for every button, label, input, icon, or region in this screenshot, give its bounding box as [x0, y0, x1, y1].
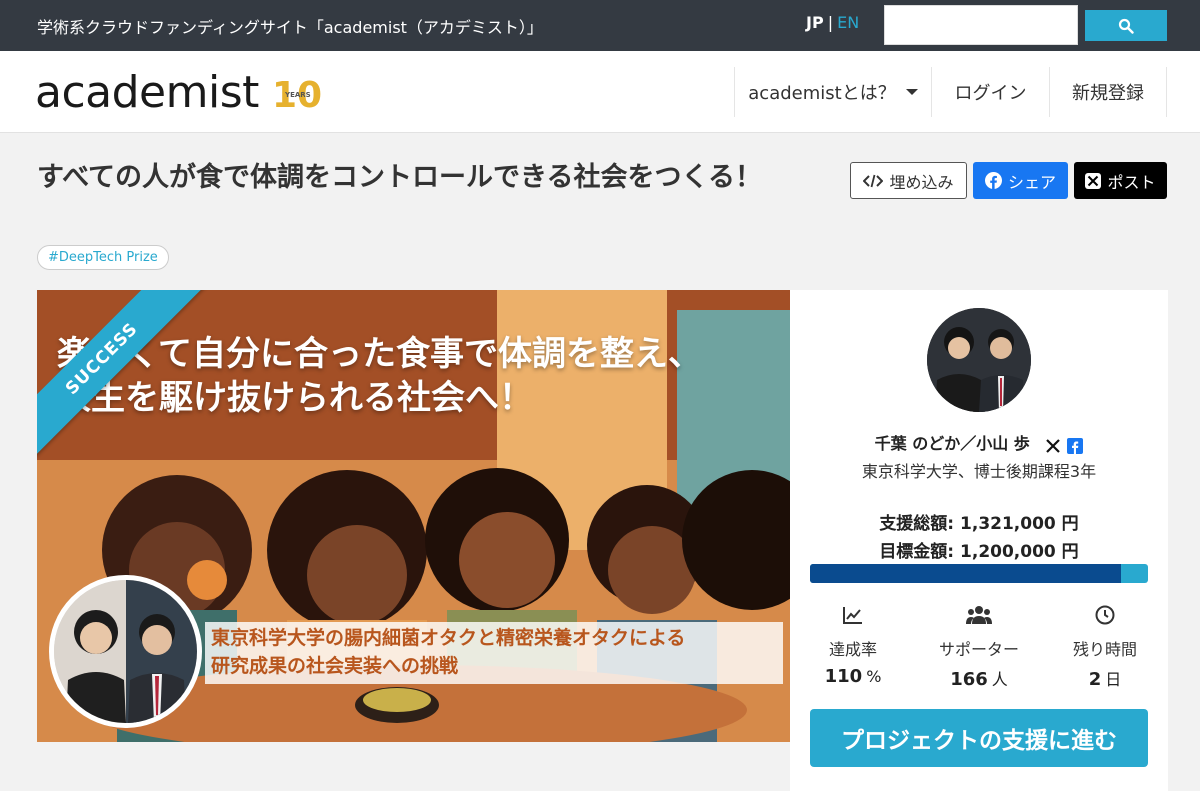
- lang-separator: |: [827, 13, 834, 32]
- researcher-avatar[interactable]: [927, 308, 1031, 412]
- stat-supporters-label: サポーター: [938, 640, 1019, 659]
- nav-about[interactable]: academistとは？: [734, 67, 931, 117]
- share-label: シェア: [1007, 172, 1056, 192]
- hero-headline-2: 人生を駆け抜けられる社会へ！: [57, 378, 533, 418]
- embed-button[interactable]: 埋め込み: [850, 162, 967, 199]
- researcher-social-links: [1045, 435, 1084, 454]
- stat-time-left-value: 2: [1088, 669, 1102, 690]
- nav-login[interactable]: ログイン: [931, 67, 1049, 117]
- hero-caption-line-1: 東京科学大学の腸内細菌オタクと精密栄養オタクによる: [211, 627, 686, 649]
- researcher-affiliation: 東京科学大学、博士後期課程3年: [861, 462, 1097, 481]
- project-summary-card: 千葉 のどか／小山 歩 東京科学大学、博士後期課程3年 支援総額: 1,321,…: [790, 290, 1168, 791]
- project-tag[interactable]: #DeepTech Prize: [37, 245, 169, 270]
- x-icon[interactable]: [1045, 438, 1061, 454]
- logo[interactable]: academist: [35, 67, 259, 118]
- users-icon: [966, 606, 992, 624]
- stat-supporters: サポーター 166 人: [916, 602, 1042, 690]
- lang-en-link[interactable]: EN: [837, 13, 859, 32]
- researcher-names: 千葉 のどか／小山 歩: [790, 430, 1168, 454]
- stat-time-left-unit: 日: [1105, 670, 1122, 689]
- project-title: すべての人が食で体調をコントロールできる社会をつくる！: [37, 162, 762, 193]
- site-header: academist 10 YEARS academistとは？ ログイン 新規登…: [0, 51, 1200, 133]
- lang-jp-link[interactable]: JP: [806, 13, 824, 32]
- ten-years-badge: 10 YEARS: [272, 75, 322, 113]
- hero-image[interactable]: 楽しくて自分に合った食事で体調を整え、 人生を駆け抜けられる社会へ！ SUCCE…: [37, 290, 790, 742]
- badge-text: YEARS: [284, 91, 311, 99]
- top-bar: 学術系クラウドファンディングサイト「academist（アカデミスト）」 JP |…: [0, 0, 1200, 51]
- chevron-down-icon: [905, 89, 918, 95]
- researcher-name: 千葉 のどか／小山 歩: [874, 434, 1030, 453]
- stat-time-left-label: 残り時間: [1072, 640, 1137, 659]
- stat-supporters-unit: 人: [991, 670, 1008, 689]
- facebook-share-button[interactable]: シェア: [973, 162, 1068, 199]
- site-tagline: 学術系クラウドファンディングサイト「academist（アカデミスト）」: [37, 18, 543, 37]
- researchers-photo-illustration: [54, 580, 197, 723]
- chart-line-icon: [843, 607, 862, 624]
- x-logo-icon: [1085, 172, 1102, 189]
- goal-amount: 目標金額: 1,200,000 円: [879, 542, 1079, 562]
- stat-achievement-label: 達成率: [828, 640, 877, 659]
- search-icon: [1118, 18, 1134, 34]
- clock-icon: [1095, 605, 1115, 625]
- stat-achievement-value: 110: [824, 666, 863, 687]
- facebook-square-icon[interactable]: [1067, 437, 1084, 454]
- nav-signup[interactable]: 新規登録: [1049, 67, 1167, 117]
- x-post-button[interactable]: ポスト: [1074, 162, 1167, 199]
- embed-label: 埋め込み: [889, 172, 954, 192]
- code-icon: [863, 174, 884, 187]
- language-switcher: JP | EN: [806, 13, 859, 32]
- stat-achievement-unit: %: [866, 667, 882, 686]
- total-funding: 支援総額: 1,321,000 円: [879, 514, 1079, 534]
- search-button[interactable]: [1085, 10, 1167, 41]
- post-label: ポスト: [1107, 172, 1156, 192]
- stat-supporters-value: 166: [950, 669, 988, 690]
- facebook-icon: [984, 172, 1002, 189]
- support-project-button[interactable]: プロジェクトの支援に進む: [810, 709, 1148, 767]
- researcher-avatar-illustration: [927, 308, 1031, 412]
- nav-about-label: academistとは？: [748, 83, 896, 104]
- funding-progress-bar: [810, 564, 1148, 583]
- funding-progress-fill: [810, 564, 1121, 583]
- stat-achievement: 達成率 110%: [790, 602, 916, 687]
- search-input[interactable]: [884, 5, 1078, 45]
- stat-time-left: 残り時間 2日: [1042, 602, 1168, 690]
- hero-caption: 東京科学大学の腸内細菌オタクと精密栄養オタクによる 研究成果の社会実装への挑戦: [205, 622, 783, 684]
- hero-caption-line-2: 研究成果の社会実装への挑戦: [211, 655, 459, 677]
- researchers-photo: [49, 575, 202, 728]
